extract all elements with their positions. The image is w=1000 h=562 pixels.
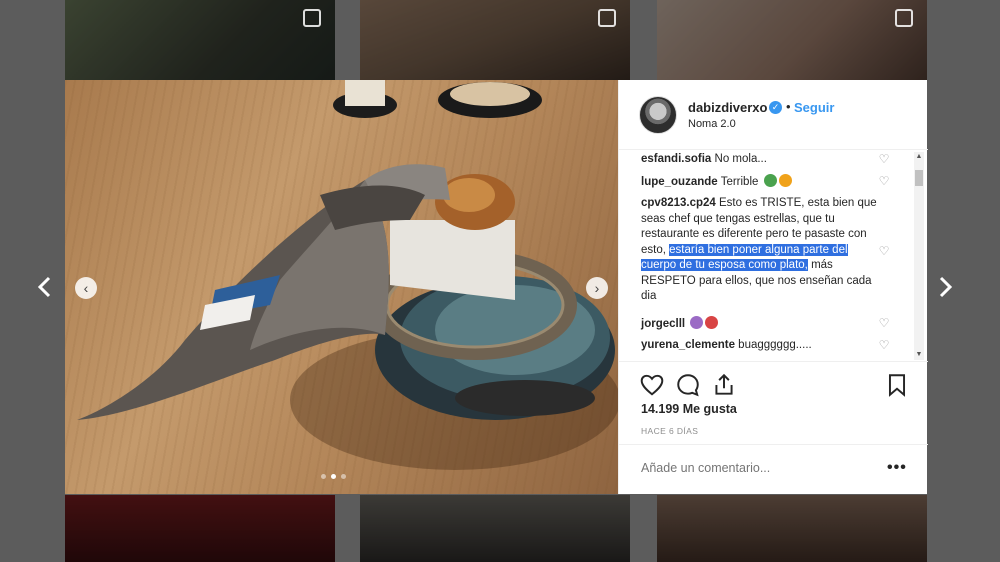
grid-post-thumbnail[interactable] [360, 0, 630, 80]
comments-scrollbar[interactable]: ▲ ▼ [914, 152, 924, 360]
grid-post-thumbnail[interactable] [65, 495, 335, 562]
photo-next-arrow-icon[interactable]: › [586, 277, 608, 299]
scroll-down-arrow-icon[interactable]: ▼ [914, 350, 924, 360]
comment-username[interactable]: lupe_ouzande [641, 176, 718, 188]
carousel-dot [341, 474, 346, 479]
list-item: yurena_clemente buagggggg..... [641, 338, 881, 354]
avatar[interactable] [639, 96, 677, 134]
carousel-dot [321, 474, 326, 479]
comment-text: Terrible [720, 176, 759, 188]
comment-username[interactable]: jorgeclll [641, 318, 685, 330]
post-side-panel: dabizdiverxo ✓ • Seguir Noma 2.0 esfandi… [618, 80, 928, 494]
comment-like-heart-icon[interactable]: ♡ [877, 316, 891, 330]
sick-face-emoji-icon [763, 174, 777, 187]
carousel-dot-active [331, 474, 336, 479]
thumbs-down-emoji-icon [705, 316, 719, 329]
scroll-up-arrow-icon[interactable]: ▲ [914, 152, 924, 162]
grid-post-thumbnail[interactable] [657, 495, 927, 562]
comment-like-heart-icon[interactable]: ♡ [877, 338, 891, 352]
more-options-icon[interactable]: ••• [887, 459, 907, 477]
photo-prev-arrow-icon[interactable]: ‹ [75, 277, 97, 299]
comment-text: buagggggg..... [738, 339, 812, 351]
verified-badge-icon: ✓ [769, 101, 782, 114]
woman-emoji-icon [690, 316, 704, 329]
comment-like-heart-icon[interactable]: ♡ [877, 152, 891, 166]
comment-username[interactable]: yurena_clemente [641, 339, 735, 351]
list-item: lupe_ouzande Terrible [641, 174, 881, 191]
carousel-dots [321, 474, 346, 479]
comment-icon[interactable] [675, 372, 701, 398]
add-comment-input[interactable] [641, 461, 871, 475]
comment-username[interactable]: cpv8213.cp24 [641, 197, 716, 209]
grid-post-thumbnail[interactable] [657, 0, 927, 80]
post-actions [619, 368, 928, 404]
next-post-arrow-icon[interactable] [930, 272, 960, 302]
bookmark-icon[interactable] [884, 372, 910, 398]
carousel-icon [895, 9, 913, 27]
comment-text: No mola... [714, 153, 767, 165]
follow-button[interactable]: Seguir [794, 100, 834, 115]
scrollbar-thumb[interactable] [915, 170, 923, 186]
screaming-face-emoji-icon [778, 174, 792, 187]
carousel-icon [598, 9, 616, 27]
header-separator: • [786, 99, 791, 114]
comment-username[interactable]: esfandi.sofia [641, 153, 711, 165]
post-location[interactable]: Noma 2.0 [688, 118, 736, 130]
add-comment-bar: ••• [619, 444, 928, 494]
previous-post-arrow-icon[interactable] [30, 272, 60, 302]
grid-post-thumbnail[interactable] [65, 0, 335, 80]
post-date: HACE 6 DÍAS [641, 426, 699, 436]
post-photo: ‹ › [65, 80, 618, 494]
comment-like-heart-icon[interactable]: ♡ [877, 174, 891, 188]
list-item: jorgeclll [641, 316, 881, 333]
comment-like-heart-icon[interactable]: ♡ [877, 244, 891, 258]
list-item: cpv8213.cp24 Esto es TRISTE, esta bien q… [641, 196, 881, 305]
list-item: esfandi.sofia No mola... [641, 152, 881, 168]
post-username[interactable]: dabizdiverxo [688, 100, 767, 115]
heart-icon[interactable] [639, 372, 665, 398]
share-icon[interactable] [711, 372, 737, 398]
post-modal: ‹ › dabizdiverxo ✓ • Seguir Noma 2.0 esf… [65, 80, 928, 494]
video-icon [303, 9, 321, 27]
post-header: dabizdiverxo ✓ • Seguir Noma 2.0 [619, 80, 928, 150]
likes-count[interactable]: 14.199 Me gusta [641, 402, 737, 416]
grid-post-thumbnail[interactable] [360, 495, 630, 562]
comments-list: esfandi.sofia No mola... ♡ lupe_ouzande … [619, 150, 928, 362]
